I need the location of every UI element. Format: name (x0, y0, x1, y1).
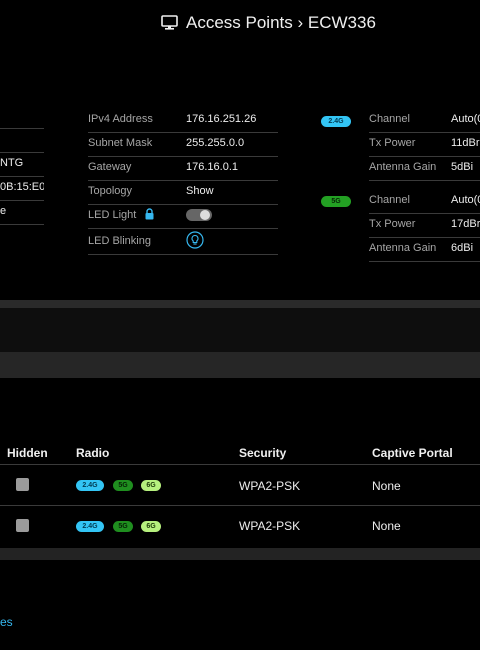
band-6g-badge: 6G (141, 480, 161, 491)
antenna-gain-value: 5dBi (451, 161, 474, 173)
led-light-row: LED Light (88, 204, 278, 229)
device-info-row: NTG (0, 152, 44, 177)
bulb-icon[interactable] (186, 231, 204, 252)
monitor-icon (161, 15, 178, 35)
band-5g-badge: 5G (113, 480, 133, 491)
page-title: Access Points › ECW336 (186, 13, 376, 32)
device-info-row (0, 128, 44, 153)
band-24g-badge: 2.4G (76, 480, 104, 491)
band-5g-badge: 5G (321, 196, 351, 207)
radio5-txpower-row: Tx Power 17dBr (369, 213, 480, 238)
hidden-checkbox[interactable] (16, 478, 29, 491)
antenna-gain-value: 6dBi (451, 242, 474, 254)
section-toolbar (0, 308, 480, 352)
antenna-gain-label: Antenna Gain (369, 161, 437, 173)
col-radio[interactable]: Radio (76, 446, 109, 460)
gateway-row: Gateway 176.16.0.1 (88, 156, 278, 181)
tx-power-value: 17dBr (451, 218, 480, 230)
captive-portal-value: None (372, 479, 401, 493)
led-light-toggle[interactable] (186, 209, 212, 221)
device-info-row: e (0, 200, 44, 225)
topology-show-link[interactable]: Show (186, 185, 214, 197)
radio24-antenna-row: Antenna Gain 5dBi (369, 156, 480, 181)
band-24g-badge: 2.4G (321, 116, 351, 127)
tx-power-label: Tx Power (369, 218, 416, 230)
device-info-value: e (0, 205, 7, 217)
lock-icon (144, 208, 155, 223)
table-row[interactable]: 2.4G 5G 6G WPA2-PSK None (0, 506, 480, 546)
led-light-label: LED Light (88, 209, 137, 221)
gateway-value: 176.16.0.1 (186, 161, 238, 173)
subnet-row: Subnet Mask 255.255.0.0 (88, 132, 278, 157)
section-divider (0, 300, 480, 308)
band-6g-badge: 6G (141, 521, 161, 532)
radio5-channel-row: Channel Auto(0 (369, 189, 480, 214)
device-info-row: 0B:15:E0 (0, 176, 44, 201)
ipv4-value: 176.16.251.26 (186, 113, 257, 125)
hidden-checkbox[interactable] (16, 519, 29, 532)
security-value: WPA2-PSK (239, 519, 301, 533)
antenna-gain-label: Antenna Gain (369, 242, 437, 254)
col-captive-portal[interactable]: Captive Portal (372, 446, 453, 460)
led-blinking-row: LED Blinking (88, 228, 278, 255)
channel-label: Channel (369, 113, 410, 125)
tx-power-value: 11dBr (451, 137, 480, 149)
device-info-value: NTG (0, 157, 24, 169)
topology-row: Topology Show (88, 180, 278, 205)
col-hidden[interactable]: Hidden (7, 446, 48, 460)
radio5-antenna-row: Antenna Gain 6dBi (369, 237, 480, 262)
subnet-label: Subnet Mask (88, 137, 153, 149)
subnet-value: 255.255.0.0 (186, 137, 245, 149)
ipv4-row: IPv4 Address 176.16.251.26 (88, 108, 278, 133)
gateway-label: Gateway (88, 161, 132, 173)
radio24-channel-row: Channel Auto(0 (369, 108, 480, 133)
footer-link[interactable]: es (0, 615, 13, 629)
security-value: WPA2-PSK (239, 479, 301, 493)
col-security[interactable]: Security (239, 446, 286, 460)
led-blinking-label: LED Blinking (88, 235, 151, 247)
ipv4-label: IPv4 Address (88, 113, 153, 125)
channel-value: Auto(0 (451, 194, 480, 206)
topology-label: Topology (88, 185, 133, 197)
device-info-value: 0B:15:E0 (0, 181, 44, 193)
section-header-bar (0, 352, 480, 378)
radio24-txpower-row: Tx Power 11dBr (369, 132, 480, 157)
channel-value: Auto(0 (451, 113, 480, 125)
channel-label: Channel (369, 194, 410, 206)
device-info-row (0, 104, 44, 129)
table-row[interactable]: 2.4G 5G 6G WPA2-PSK None (0, 465, 480, 505)
tx-power-label: Tx Power (369, 137, 416, 149)
band-5g-badge: 5G (113, 521, 133, 532)
table-footer-bar (0, 548, 480, 560)
page-title-bar: Access Points › ECW336 (0, 12, 480, 36)
captive-portal-value: None (372, 519, 401, 533)
band-24g-badge: 2.4G (76, 521, 104, 532)
